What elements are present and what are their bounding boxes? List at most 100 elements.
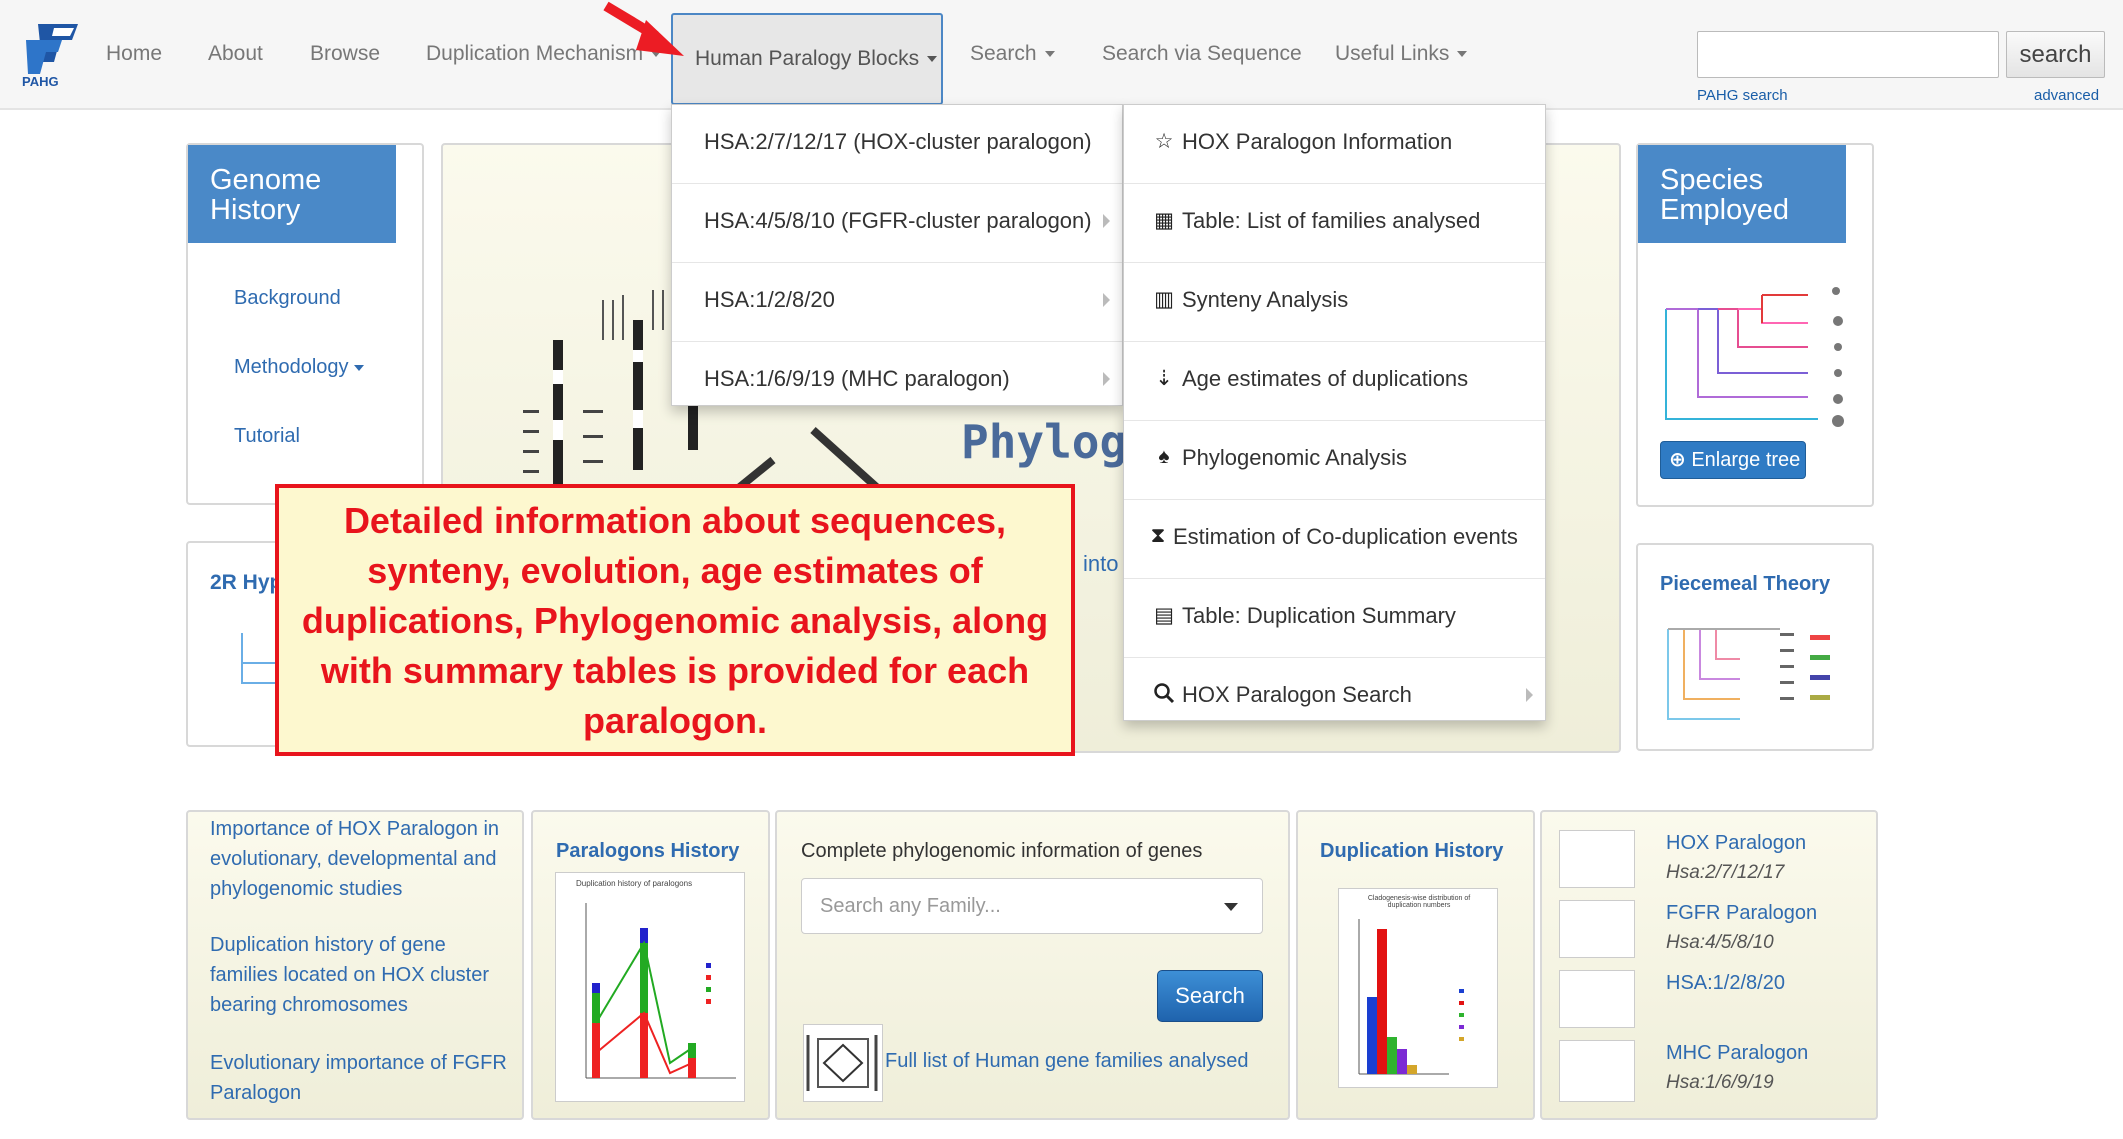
barcode-icon: ▥ [1154,288,1174,311]
importance-link-fgfr[interactable]: Evolutionary importance of FGFR Paralogo… [210,1048,510,1108]
search-icon [1152,682,1176,710]
nav-home[interactable]: Home [106,42,162,66]
submenu-label: Estimation of Co-duplication events [1173,524,1518,549]
species-employed-panel: Species Employed ⊕ Enlarge tree [1636,143,1874,507]
hox-paralogon-link[interactable]: HOX Paralogon [1666,832,1806,855]
paralogons-history-graphic [585,903,736,1079]
top-navbar: PAHG Home About Browse Duplication Mecha… [0,0,2123,110]
annotation-callout: Detailed information about sequences, sy… [275,484,1075,756]
menu-item-label: HSA:1/2/8/20 [704,287,835,312]
logo-text: PAHG [22,74,59,89]
pahg-logo[interactable]: PAHG [18,18,86,89]
chevron-right-icon [1526,688,1533,702]
genome-history-tutorial-link[interactable]: Tutorial [234,425,300,448]
hsa1-2-8-20-link[interactable]: HSA:1/2/8/20 [1666,972,1785,995]
nav-browse[interactable]: Browse [310,42,380,66]
submenu-hox-information[interactable]: ☆ HOX Paralogon Information [1124,105,1545,184]
chevron-right-icon [1103,372,1110,386]
fgfr-paralogon-link[interactable]: FGFR Paralogon [1666,902,1817,925]
submenu-synteny-analysis[interactable]: ▥ Synteny Analysis [1124,263,1545,342]
paralogons-history-title[interactable]: Paralogons History [556,840,739,863]
menu-item-label: HSA:2/7/12/17 (HOX-cluster paralogon) [704,129,1092,154]
submenu-label: Age estimates of duplications [1182,366,1469,391]
full-list-families-link[interactable]: Full list of Human gene families analyse… [885,1050,1249,1073]
site-search-button[interactable]: search [2006,31,2105,78]
methodology-label: Methodology [234,356,349,378]
menu-item-hox-paralogon[interactable]: HSA:2/7/12/17 (HOX-cluster paralogon) [672,105,1122,184]
table-icon: ▦ [1154,209,1174,232]
pahg-search-link[interactable]: PAHG search [1697,87,1788,104]
hsa1-2-8-20-thumbnail[interactable] [1559,970,1635,1028]
family-search-panel: Complete phylogenomic information of gen… [775,810,1290,1120]
enlarge-tree-button[interactable]: ⊕ Enlarge tree [1660,441,1806,479]
submenu-label: HOX Paralogon Search [1182,682,1412,707]
duplication-history-panel: Duplication History Cladogenesis-wise di… [1296,810,1535,1120]
fgfr-paralogon-chromosomes: Hsa:4/5/8/10 [1666,932,1774,953]
duplication-history-graphic [1358,919,1464,1075]
gene-families-thumbnail[interactable] [803,1024,883,1102]
site-search-input[interactable] [1697,31,1999,78]
mhc-paralogon-link[interactable]: MHC Paralogon [1666,1042,1808,1065]
hox-paralogon-submenu: ☆ HOX Paralogon Information ▦ Table: List … [1123,104,1546,721]
hox-paralogon-thumbnail[interactable] [1559,830,1635,888]
chevron-down-icon [353,364,364,371]
family-search-select[interactable]: Search any Family... [801,878,1263,934]
species-employed-title: Species Employed [1638,145,1846,243]
chevron-right-icon [1103,293,1110,307]
hypothesis-title[interactable]: 2R Hyp [210,571,282,595]
mhc-paralogon-thumbnail[interactable] [1559,1040,1635,1102]
nav-search-via-sequence[interactable]: Search via Sequence [1102,42,1302,66]
advanced-search-link[interactable]: advanced [2034,87,2099,104]
star-icon: ☆ [1154,130,1174,153]
submenu-label: Table: Duplication Summary [1182,603,1456,628]
genome-history-title: Genome History [188,145,396,243]
chevron-down-icon [1044,51,1055,58]
submenu-hox-search[interactable]: HOX Paralogon Search [1124,658,1545,737]
submenu-label: Table: List of families analysed [1182,208,1481,233]
hox-paralogon-chromosomes: Hsa:2/7/12/17 [1666,862,1785,883]
menu-item-label: HSA:1/6/9/19 (MHC paralogon) [704,366,1010,391]
duplication-history-title[interactable]: Duplication History [1320,840,1503,863]
nav-search[interactable]: Search [970,42,1055,66]
nav-about[interactable]: About [208,42,263,66]
importance-link-duplication[interactable]: Duplication history of gene families loc… [210,930,510,1020]
carousel-text: into [1083,551,1119,576]
menu-item-fgfr-paralogon[interactable]: HSA:4/5/8/10 (FGFR-cluster paralogon) [672,184,1122,263]
importance-links-panel: Importance of HOX Paralogon in evolution… [186,810,524,1120]
paralogy-blocks-menu: HSA:2/7/12/17 (HOX-cluster paralogon) HS… [671,104,1123,406]
paralogons-history-panel: Paralogons History Duplication history o… [531,810,770,1120]
species-tree-graphic [1665,287,1844,427]
family-search-button[interactable]: Search [1157,970,1263,1022]
submenu-age-estimates[interactable]: ⇣ Age estimates of duplications [1124,342,1545,421]
mhc-paralogon-chromosomes: Hsa:1/6/9/19 [1666,1072,1774,1093]
submenu-co-duplication[interactable]: ⧗ Estimation of Co-duplication events [1124,500,1545,579]
menu-item-mhc-paralogon[interactable]: HSA:1/6/9/19 (MHC paralogon) [672,342,1122,421]
submenu-families-table[interactable]: ▦ Table: List of families analysed [1124,184,1545,263]
menu-item-label: HSA:4/5/8/10 (FGFR-cluster paralogon) [704,208,1092,233]
piecemeal-theory-title[interactable]: Piecemeal Theory [1660,573,1830,596]
zoom-in-icon: ⊕ [1669,449,1686,471]
nav-human-paralogy-blocks[interactable]: Human Paralogy Blocks [671,13,943,105]
family-search-placeholder: Search any Family... [820,895,1001,917]
importance-link-hox[interactable]: Importance of HOX Paralogon in evolution… [210,814,510,904]
annotation-arrow-icon [603,1,684,56]
submenu-duplication-summary[interactable]: ▤ Table: Duplication Summary [1124,579,1545,658]
piecemeal-theory-panel: Piecemeal Theory [1636,543,1874,751]
fgfr-paralogon-thumbnail[interactable] [1559,900,1635,958]
genome-history-background-link[interactable]: Background [234,287,341,310]
family-search-title: Complete phylogenomic information of gen… [801,840,1203,862]
enlarge-tree-label: Enlarge tree [1691,449,1801,471]
nav-human-paralogy-blocks-label: Human Paralogy Blocks [695,47,920,70]
submenu-label: HOX Paralogon Information [1182,129,1453,154]
duplication-history-chart[interactable]: Cladogenesis-wise distribution of duplic… [1338,888,1498,1088]
chevron-down-icon [927,56,938,63]
genome-history-methodology-link[interactable]: Methodology [234,356,364,379]
paralogon-list-panel: HOX Paralogon Hsa:2/7/12/17 FGFR Paralog… [1540,810,1878,1120]
menu-item-hsa1-2-8-20[interactable]: HSA:1/2/8/20 [672,263,1122,342]
submenu-phylogenomic-analysis[interactable]: ♠ Phylogenomic Analysis [1124,421,1545,500]
list-icon: ▤ [1154,604,1174,627]
paralogons-history-chart[interactable]: Duplication history of paralogons [555,872,745,1102]
nav-useful-links-label: Useful Links [1335,42,1450,65]
nav-useful-links[interactable]: Useful Links [1335,42,1468,66]
carousel-caption: Phylog [961,415,1128,469]
